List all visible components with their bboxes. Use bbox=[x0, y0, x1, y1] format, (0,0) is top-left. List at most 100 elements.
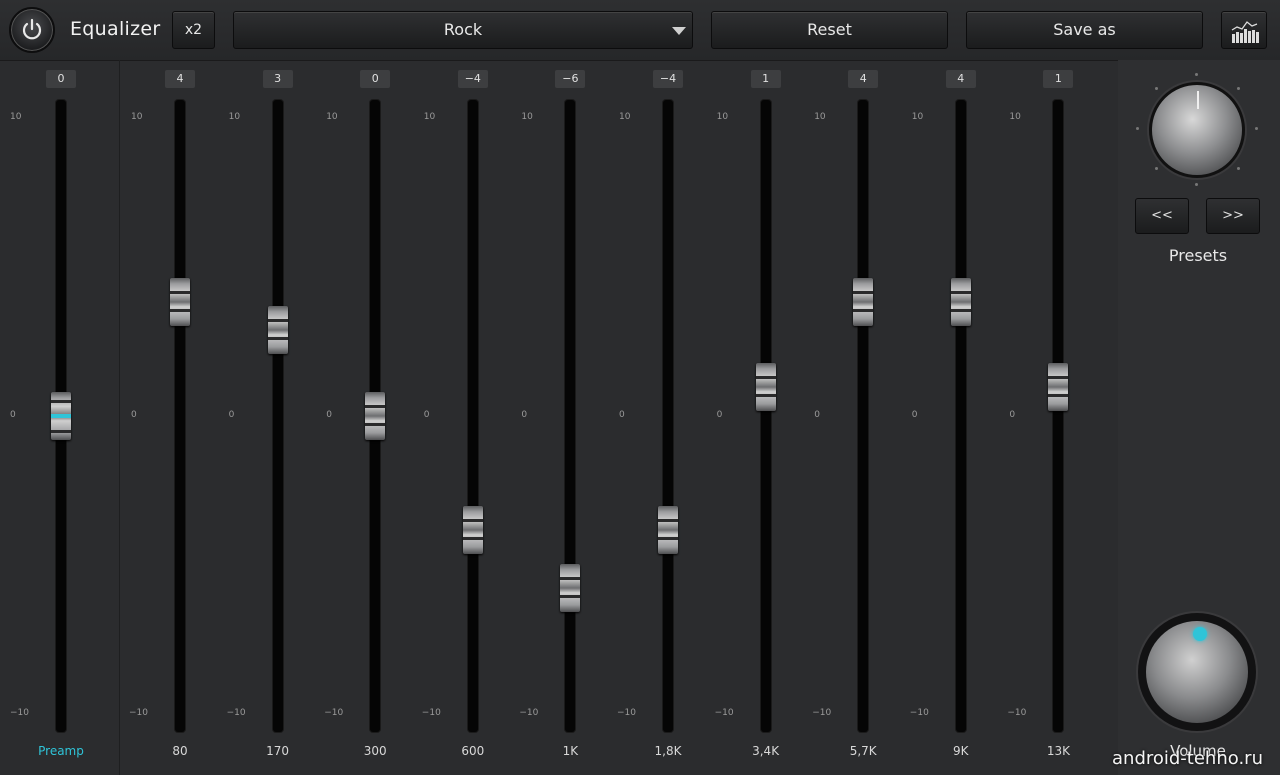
band-slider-handle[interactable] bbox=[658, 506, 678, 555]
preamp-channel: 0 10 0 −10 Preamp bbox=[10, 60, 110, 775]
scale-mid: 0 bbox=[911, 410, 918, 420]
band-channel: 4 10 0 −10 5,7K bbox=[812, 60, 912, 775]
scale-mid: 0 bbox=[10, 410, 16, 420]
band-slider-handle[interactable] bbox=[170, 277, 190, 326]
save-as-button[interactable]: Save as bbox=[966, 11, 1203, 49]
band-frequency-label: 13K bbox=[1046, 744, 1070, 758]
scale-mid: 0 bbox=[326, 410, 332, 420]
band-value: −4 bbox=[457, 70, 488, 88]
preamp-label: Preamp bbox=[38, 744, 84, 758]
band-slider-handle[interactable] bbox=[267, 306, 288, 355]
scale-bottom: −10 bbox=[129, 708, 148, 718]
band-slider-handle[interactable] bbox=[365, 392, 386, 440]
scale-bottom: −10 bbox=[10, 708, 29, 718]
band-slider-handle[interactable] bbox=[950, 277, 971, 326]
band-value: 0 bbox=[360, 70, 391, 88]
next-preset-button[interactable]: >> bbox=[1206, 198, 1260, 234]
scale-bottom: −10 bbox=[909, 708, 929, 718]
band-channel: 1 10 0 −10 13K bbox=[1007, 60, 1107, 775]
band-slider-track[interactable] bbox=[565, 100, 576, 732]
power-icon bbox=[22, 18, 42, 40]
band-slider-handle[interactable] bbox=[853, 277, 874, 326]
scale-bottom: −10 bbox=[714, 708, 734, 718]
scale-mid: 0 bbox=[131, 410, 137, 420]
visualizer-button[interactable] bbox=[1221, 11, 1267, 49]
band-frequency-label: 1K bbox=[562, 744, 579, 758]
scale-top: 10 bbox=[326, 112, 338, 122]
band-slider-handle[interactable] bbox=[755, 363, 776, 412]
band-value: 4 bbox=[848, 70, 879, 88]
band-value: 1 bbox=[750, 70, 781, 88]
scale-mid: 0 bbox=[521, 410, 528, 420]
band-value: 4 bbox=[945, 70, 976, 88]
band-slider-track[interactable] bbox=[760, 100, 771, 732]
preset-knob-indicator bbox=[1197, 91, 1199, 109]
scale-mid: 0 bbox=[716, 410, 723, 420]
band-value: 4 bbox=[165, 70, 195, 88]
band-frequency-label: 300 bbox=[363, 744, 387, 758]
band-value: −4 bbox=[653, 70, 683, 88]
band-frequency-label: 600 bbox=[461, 744, 485, 758]
band-channel: −4 10 0 −10 600 bbox=[421, 60, 522, 775]
band-frequency-label: 80 bbox=[172, 744, 188, 758]
preamp-slider-handle[interactable] bbox=[51, 392, 71, 440]
band-channel: 4 10 0 −10 9K bbox=[909, 60, 1010, 775]
band-slider-track[interactable] bbox=[1053, 100, 1064, 732]
scale-mid: 0 bbox=[619, 410, 625, 420]
scale-bottom: −10 bbox=[812, 708, 832, 718]
scale-top: 10 bbox=[10, 112, 22, 122]
scale-top: 10 bbox=[423, 112, 436, 122]
preamp-divider bbox=[119, 60, 120, 775]
scale-top: 10 bbox=[521, 112, 533, 122]
caret-down-icon bbox=[672, 27, 686, 35]
x2-button[interactable]: x2 bbox=[172, 11, 215, 49]
band-slider-track[interactable] bbox=[858, 100, 869, 732]
scale-mid: 0 bbox=[423, 410, 430, 420]
scale-top: 10 bbox=[911, 112, 924, 122]
scale-top: 10 bbox=[228, 112, 241, 122]
scale-mid: 0 bbox=[228, 410, 235, 420]
power-button[interactable] bbox=[9, 7, 55, 53]
scale-bottom: −10 bbox=[324, 708, 344, 718]
scale-top: 10 bbox=[814, 112, 826, 122]
preset-dropdown[interactable]: Rock bbox=[233, 11, 693, 49]
scale-mid: 0 bbox=[1009, 410, 1016, 420]
band-frequency-label: 1,8K bbox=[654, 744, 682, 758]
band-slider-track[interactable] bbox=[663, 100, 673, 732]
scale-bottom: −10 bbox=[519, 708, 539, 718]
band-slider-track[interactable] bbox=[467, 100, 478, 732]
band-channel: 4 10 0 −10 80 bbox=[129, 60, 229, 775]
spectrum-icon bbox=[1231, 21, 1259, 43]
band-slider-handle[interactable] bbox=[560, 563, 581, 612]
band-slider-track[interactable] bbox=[272, 100, 283, 732]
scale-bottom: −10 bbox=[1007, 708, 1027, 718]
scale-mid: 0 bbox=[814, 410, 820, 420]
scale-top: 10 bbox=[619, 112, 631, 122]
band-slider-handle[interactable] bbox=[462, 506, 483, 555]
scale-top: 10 bbox=[1009, 112, 1021, 122]
scale-bottom: −10 bbox=[421, 708, 441, 718]
band-frequency-label: 170 bbox=[266, 744, 290, 758]
band-slider-handle[interactable] bbox=[1048, 363, 1069, 412]
band-slider-track[interactable] bbox=[955, 100, 966, 732]
presets-label: Presets bbox=[1168, 246, 1228, 265]
watermark: android-tehno.ru bbox=[1112, 748, 1263, 769]
band-channel: −6 10 0 −10 1K bbox=[519, 60, 619, 775]
band-value: 3 bbox=[262, 70, 293, 88]
band-slider-track[interactable] bbox=[175, 100, 185, 732]
volume-indicator bbox=[1193, 627, 1207, 641]
app-title: Equalizer bbox=[70, 18, 161, 40]
preset-dropdown-value: Rock bbox=[443, 20, 483, 39]
band-channel: 0 10 0 −10 300 bbox=[324, 60, 424, 775]
reset-button[interactable]: Reset bbox=[711, 11, 948, 49]
band-value: −6 bbox=[555, 70, 586, 88]
band-frequency-label: 3,4K bbox=[752, 744, 780, 758]
band-value: 1 bbox=[1043, 70, 1074, 88]
preamp-value: 0 bbox=[46, 70, 76, 88]
preset-knob[interactable] bbox=[1149, 82, 1245, 178]
scale-top: 10 bbox=[716, 112, 729, 122]
band-frequency-label: 9K bbox=[953, 744, 969, 758]
previous-preset-button[interactable]: << bbox=[1135, 198, 1189, 234]
band-channel: −4 10 0 −10 1,8K bbox=[617, 60, 717, 775]
band-channel: 3 10 0 −10 170 bbox=[227, 60, 327, 775]
